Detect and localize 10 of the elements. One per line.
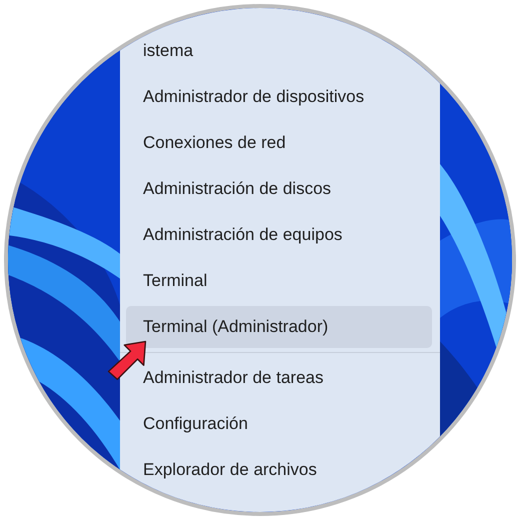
menu-item[interactable]: Administración de discos (143, 178, 334, 200)
menu-item[interactable]: Administración de equipos (143, 224, 344, 246)
menu-item[interactable]: Administrador de tareas (143, 367, 326, 389)
menu-item[interactable]: Administrador de dispositivos (143, 86, 366, 108)
menu-item[interactable]: istema (143, 40, 196, 62)
menu-item[interactable]: Explorador de archivos (143, 459, 319, 481)
menu-item[interactable]: Terminal (Administrador) (126, 306, 432, 348)
menu-item[interactable]: Terminal (143, 270, 210, 292)
menu-item[interactable]: Configuración (143, 413, 250, 435)
menu-item[interactable]: Conexiones de red (143, 132, 288, 154)
